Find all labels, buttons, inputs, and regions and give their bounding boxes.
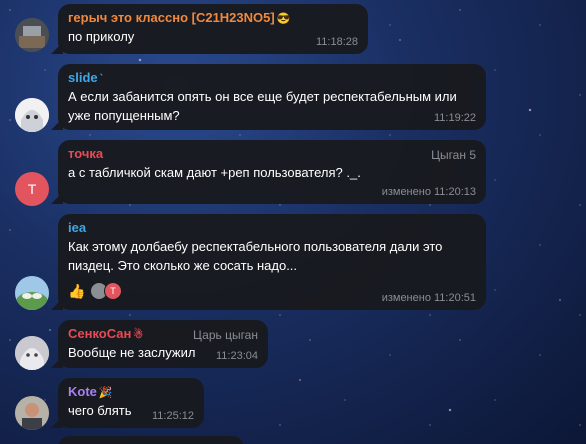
avatar-user-5[interactable] — [15, 336, 49, 370]
admin-tag: Царь цыган — [193, 328, 258, 342]
message-text-line-1: А если забанится опять он все еще будет … — [68, 89, 457, 104]
message-text-line-2: уже попущенным? — [68, 108, 180, 123]
avatar-letter: Т — [27, 181, 37, 197]
message-time: 11:19:22 — [433, 112, 476, 124]
message-time: 11:18:28 — [315, 36, 358, 48]
message-bubble[interactable]: СенкоСан ☃ Царь цыган Вообще не заслужил … — [58, 320, 268, 368]
avatar-user-6[interactable] — [15, 396, 49, 430]
message-bubble[interactable]: Kote 🎉 чего блять 11:25:12 — [58, 378, 204, 428]
author-name[interactable]: герыч это классно [C21H23NO5] 😎 — [68, 10, 358, 25]
message-bubble[interactable]: герыч это классно [C21H23NO5] 😎 по прикол… — [58, 4, 368, 54]
message-text-line-1: Как этому долбаебу респектабельного поль… — [68, 239, 443, 254]
message-text: по приколу — [68, 29, 135, 45]
author-name[interactable]: iea — [68, 220, 476, 235]
message-text-line-2: пиздец. Это сколько же сосать надо... — [68, 258, 298, 273]
reactor-avatar-letter: T — [104, 282, 122, 300]
message-bubble-partial[interactable] — [58, 436, 244, 444]
message-time: 11:23:04 — [215, 350, 258, 362]
admin-tag: Цыган 5 — [431, 148, 476, 162]
author-name[interactable]: slide ` — [68, 70, 476, 85]
anime-avatar-icon — [15, 98, 49, 132]
author-name[interactable]: Kote 🎉 — [68, 384, 194, 399]
sunglasses-emoji-icon: 😎 — [276, 13, 291, 26]
thumbs-up-reaction-icon[interactable]: 👍 — [68, 282, 86, 300]
avatar-user-3[interactable]: Т — [15, 172, 49, 206]
message-bubble[interactable]: slide ` А если забанится опять он все еще… — [58, 64, 486, 130]
avatar-user-4[interactable] — [15, 276, 49, 310]
sparkle-emoji-icon: ` — [99, 72, 104, 85]
snowman-emoji-icon: ☃ — [133, 329, 144, 342]
photo-avatar-icon — [15, 396, 49, 430]
message-time: изменено 11:20:51 — [381, 292, 476, 304]
message-text: а с табличкой скам дают +реп пользовател… — [68, 165, 361, 180]
photo-avatar-icon — [15, 18, 49, 52]
anime-avatar-icon — [15, 336, 49, 370]
avatar-user-1[interactable] — [15, 18, 49, 52]
avatar-user-2[interactable] — [15, 98, 49, 132]
author-name[interactable]: точка — [68, 146, 476, 161]
pepe-avatar-icon — [15, 276, 49, 310]
message-bubble[interactable]: точка Цыган 5 а с табличкой скам дают +р… — [58, 140, 486, 204]
message-time: изменено 11:20:13 — [381, 186, 476, 198]
party-emoji-icon: 🎉 — [98, 387, 113, 400]
message-bubble[interactable]: iea Как этому долбаебу респектабельного … — [58, 214, 486, 310]
message-time: 11:25:12 — [151, 410, 194, 422]
